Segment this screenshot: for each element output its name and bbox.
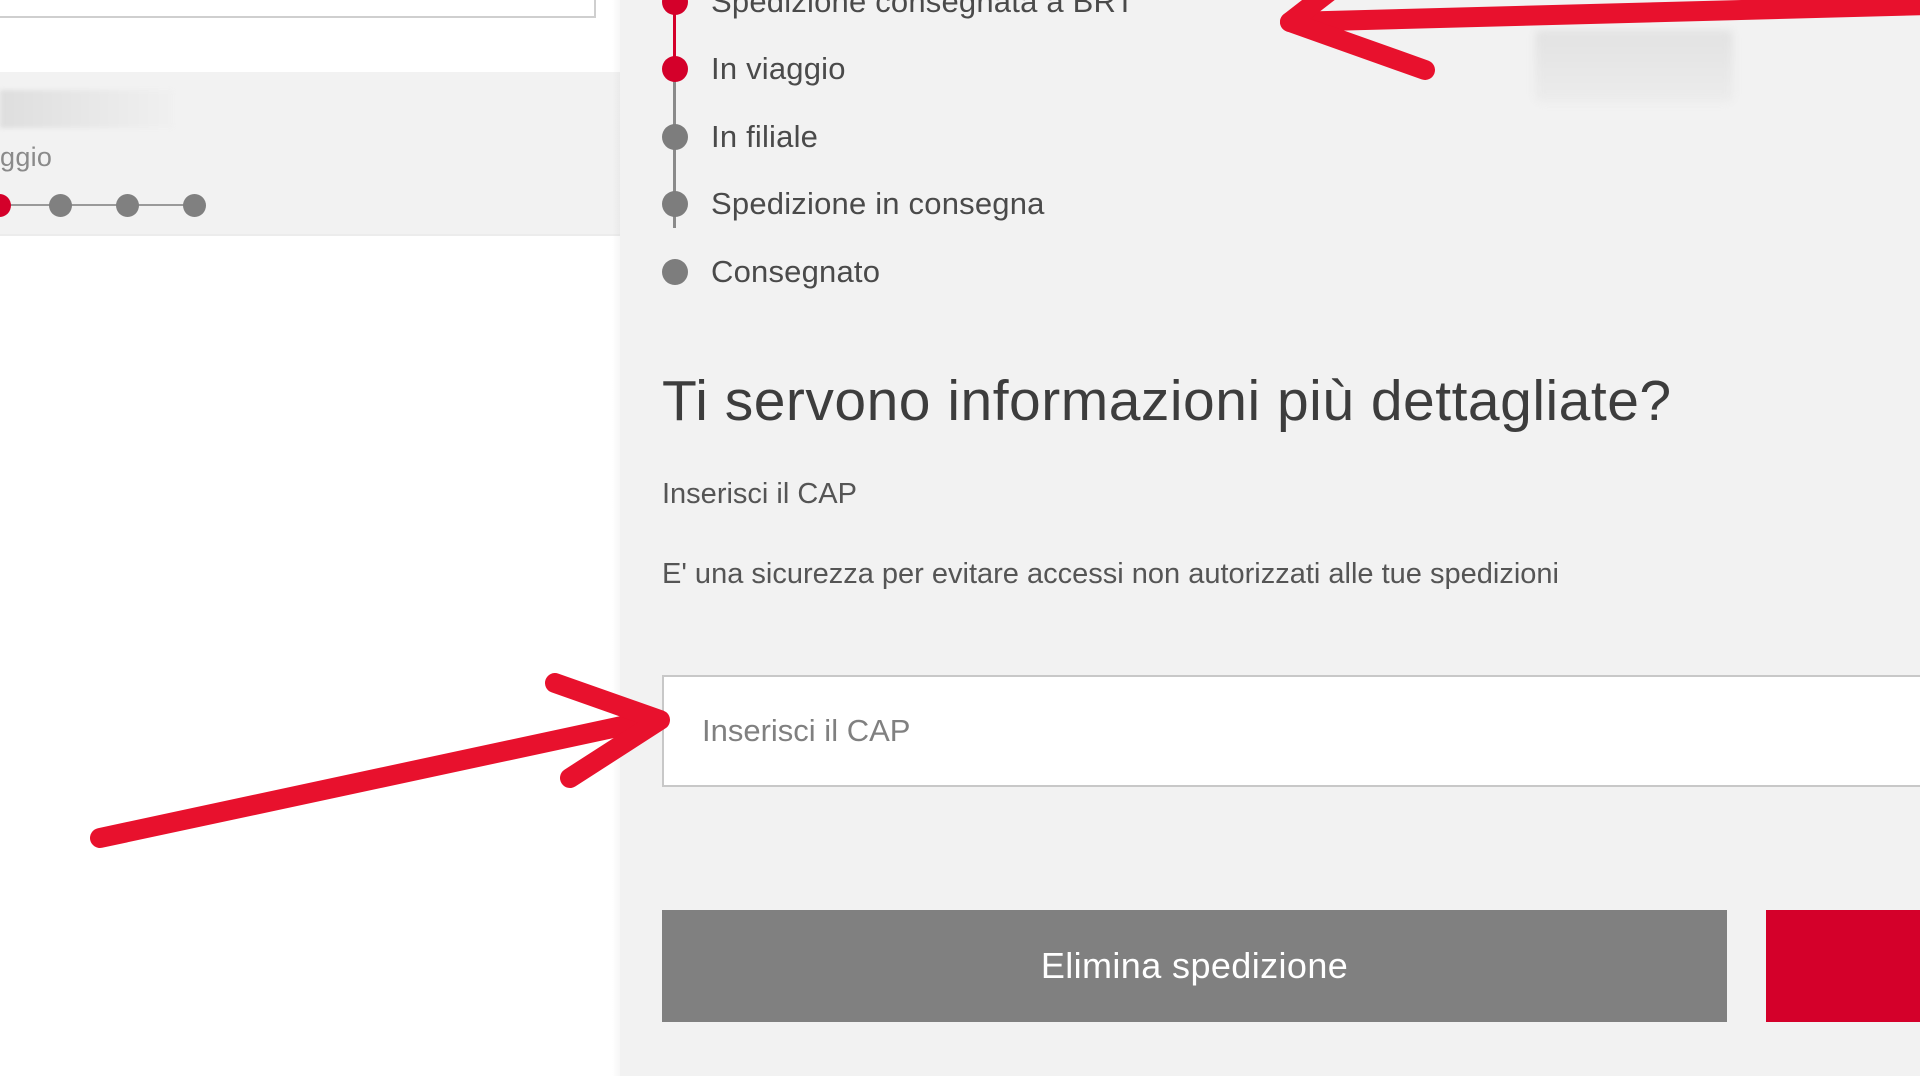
confirm-button[interactable]	[1766, 910, 1920, 1022]
timeline-step-label: Consegnato	[711, 254, 881, 289]
timeline-step-label: In viaggio	[711, 51, 846, 86]
mini-progress-dot	[116, 194, 139, 217]
timeline-step: Consegnato	[660, 252, 1360, 292]
timeline-step-dot	[662, 56, 688, 82]
mini-progress-line	[0, 204, 195, 206]
timeline-step-label: Spedizione consegnata a BRT	[711, 0, 1135, 19]
mini-progress-dot	[183, 194, 206, 217]
mini-progress-track	[0, 185, 220, 225]
shipment-status-text: ggio	[0, 142, 53, 172]
search-field-edge[interactable]	[0, 0, 596, 18]
cap-label: Inserisci il CAP	[662, 478, 857, 510]
arrow-to-cap-input-icon	[90, 673, 670, 848]
timeline-step-label: Spedizione in consegna	[711, 186, 1045, 221]
timeline-step-dot	[662, 0, 688, 15]
mini-progress-dot	[49, 194, 72, 217]
timeline-step: In filiale	[660, 117, 1360, 157]
timeline-step: In viaggio	[660, 49, 1360, 89]
timeline-step-dot	[662, 124, 688, 150]
details-heading: Ti servono informazioni più dettagliate?	[662, 369, 1672, 433]
cap-input[interactable]	[662, 675, 1920, 787]
redacted-info	[1535, 30, 1733, 102]
timeline-step: Spedizione consegnata a BRT	[660, 0, 1360, 22]
timeline-step-dot	[662, 191, 688, 217]
timeline-step-dot	[662, 259, 688, 285]
mini-progress-dot-current	[0, 194, 11, 217]
tracking-timeline: Spedizione consegnata a BRT In viaggio I…	[660, 0, 1360, 300]
redacted-shipment-code	[0, 90, 173, 128]
security-note: E' una sicurezza per evitare accessi non…	[662, 558, 1559, 590]
screen: ggio Spedizione consegnata a BRT In viag…	[0, 0, 1920, 1090]
timeline-step-label: In filiale	[711, 119, 819, 154]
timeline-step: Spedizione in consegna	[660, 184, 1360, 224]
delete-shipment-button[interactable]: Elimina spedizione	[662, 910, 1727, 1022]
shipment-card[interactable]: ggio	[0, 72, 620, 236]
